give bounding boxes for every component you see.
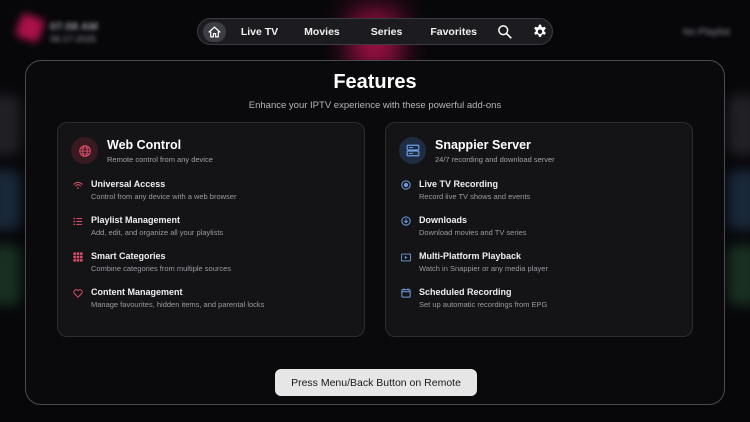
- feature-live-tv-recording: Live TV Recording Record live TV shows a…: [401, 179, 530, 201]
- feature-description: Download movies and TV series: [419, 228, 527, 237]
- panel-header: Snappier Server 24/7 recording and downl…: [399, 137, 555, 164]
- background-tile: [728, 245, 750, 305]
- features-modal: Features Enhance your IPTV experience wi…: [25, 60, 725, 405]
- feature-title: Downloads: [419, 215, 468, 225]
- panel-header: Web Control Remote control from any devi…: [71, 137, 213, 164]
- feature-title: Smart Categories: [91, 251, 166, 261]
- clock-date: 06-17-2025: [50, 34, 97, 45]
- background-tile: [728, 170, 750, 230]
- play-icon: [401, 252, 411, 262]
- panel-subtitle: Remote control from any device: [107, 154, 213, 164]
- feature-title: Multi-Platform Playback: [419, 251, 522, 261]
- nav-favorites[interactable]: Favorites: [430, 26, 477, 38]
- nav-live-tv[interactable]: Live TV: [241, 26, 278, 38]
- server-icon: [399, 137, 426, 164]
- settings-button[interactable]: [532, 24, 548, 40]
- background-tile: [728, 95, 750, 155]
- feature-description: Control from any device with a web brows…: [91, 192, 237, 201]
- feature-multi-platform-playback: Multi-Platform Playback Watch in Snappie…: [401, 251, 548, 273]
- feature-title: Live TV Recording: [419, 179, 499, 189]
- feature-title: Content Management: [91, 287, 183, 297]
- calendar-icon: [401, 288, 411, 298]
- background-tile: [0, 95, 20, 155]
- download-icon: [401, 216, 411, 226]
- search-button[interactable]: [497, 24, 512, 39]
- playlist-label: No Playlist: [682, 27, 730, 38]
- app-logo: [14, 12, 46, 44]
- feature-scheduled-recording: Scheduled Recording Set up automatic rec…: [401, 287, 547, 309]
- feature-title: Universal Access: [91, 179, 166, 189]
- snappier-server-panel: Snappier Server 24/7 recording and downl…: [385, 122, 693, 337]
- background-tile: [0, 245, 20, 305]
- feature-description: Combine categories from multiple sources: [91, 264, 232, 273]
- feature-description: Record live TV shows and events: [419, 192, 531, 201]
- modal-subtitle: Enhance your IPTV experience with these …: [248, 100, 502, 111]
- list-icon: [73, 216, 83, 226]
- feature-description: Add, edit, and organize all your playlis…: [91, 228, 224, 237]
- back-button[interactable]: Press Menu/Back Button on Remote: [275, 369, 477, 396]
- modal-title: Features: [333, 71, 417, 93]
- feature-playlist-management: Playlist Management Add, edit, and organ…: [73, 215, 223, 237]
- grid-icon: [73, 252, 83, 262]
- nav-movies[interactable]: Movies: [304, 26, 340, 38]
- panel-title: Web Control: [107, 137, 182, 152]
- clock-time: 07:08 AM: [50, 21, 98, 33]
- home-icon: [208, 26, 221, 37]
- record-icon: [401, 180, 411, 190]
- feature-description: Manage favourites, hidden items, and par…: [91, 300, 265, 309]
- wifi-icon: [73, 180, 83, 190]
- top-nav: Live TV Movies Series Favorites: [197, 18, 553, 45]
- nav-series[interactable]: Series: [371, 26, 403, 38]
- panel-title: Snappier Server: [435, 137, 531, 152]
- home-button[interactable]: [203, 21, 226, 42]
- search-icon: [498, 25, 512, 39]
- feature-title: Playlist Management: [91, 215, 181, 225]
- web-control-panel: Web Control Remote control from any devi…: [57, 122, 365, 337]
- feature-downloads: Downloads Download movies and TV series: [401, 215, 526, 237]
- feature-title: Scheduled Recording: [419, 287, 512, 297]
- feature-description: Watch in Snappier or any media player: [419, 264, 548, 273]
- feature-universal-access: Universal Access Control from any device…: [73, 179, 236, 201]
- feature-smart-categories: Smart Categories Combine categories from…: [73, 251, 231, 273]
- clock: 07:08 AM 06-17-2025: [50, 20, 98, 46]
- background-tile: [0, 170, 20, 230]
- gear-icon: [534, 24, 546, 37]
- feature-description: Set up automatic recordings from EPG: [419, 300, 548, 309]
- panel-subtitle: 24/7 recording and download server: [435, 154, 555, 164]
- feature-content-management: Content Management Manage favourites, hi…: [73, 287, 264, 309]
- globe-icon: [71, 137, 98, 164]
- heart-icon: [73, 288, 83, 298]
